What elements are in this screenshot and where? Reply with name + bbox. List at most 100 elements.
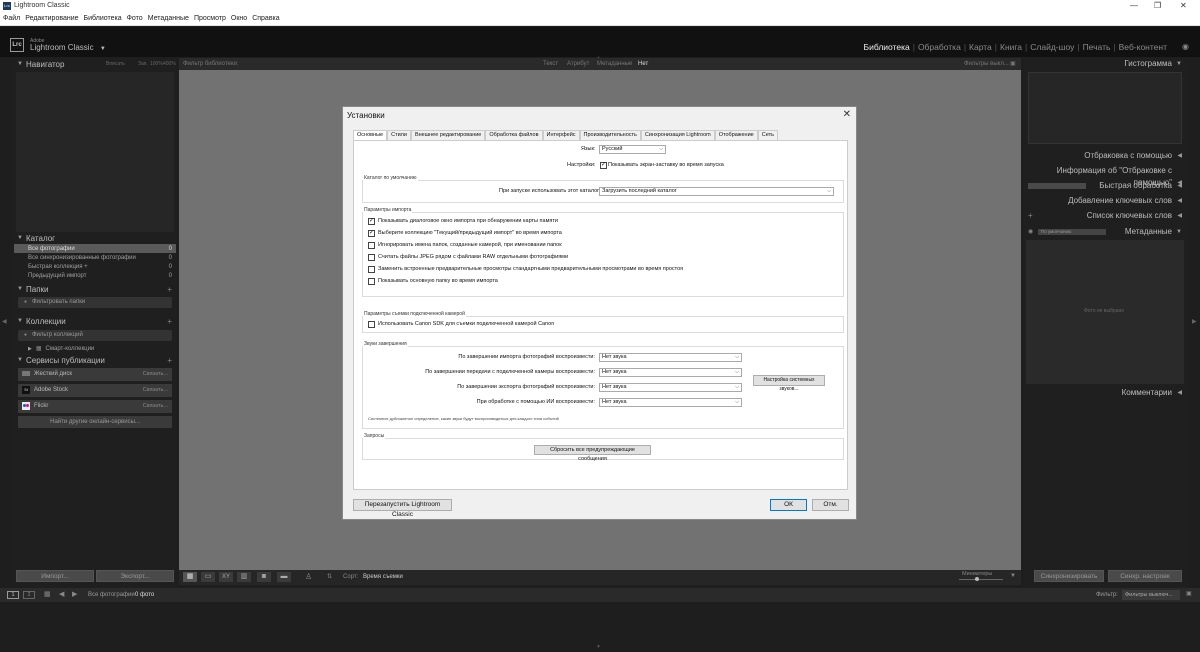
lock-icon[interactable]: ▣ [1010, 60, 1016, 67]
filter-text[interactable]: Текст [543, 61, 558, 67]
module-web[interactable]: Веб-контент [1116, 42, 1170, 52]
filmstrip-source[interactable]: Все фотографии [88, 592, 135, 598]
minimize-icon[interactable]: — [1130, 1, 1138, 10]
module-develop[interactable]: Обработка [915, 42, 964, 52]
catalog-item-previous[interactable]: Предыдущий импорт 0 [14, 271, 176, 280]
service-setup-link[interactable]: Связать... [143, 403, 168, 409]
service-setup-link[interactable]: Связать... [143, 371, 168, 377]
catalog-item-synced[interactable]: Все синхронизированные фотографии 0 [14, 253, 176, 262]
module-map[interactable]: Карта [966, 42, 995, 52]
catalog-header[interactable]: ▼ Каталог [14, 232, 176, 244]
service-setup-link[interactable]: Связать... [143, 387, 168, 393]
lock-icon[interactable]: ▣ [1186, 590, 1192, 597]
filter-none[interactable]: Нет [638, 61, 648, 67]
folders-filter[interactable]: ● Фильтровать папки [18, 297, 172, 308]
filter-metadata[interactable]: Метаданные [597, 61, 632, 67]
catalog-select[interactable]: Загрузить последний каталог ⌵ [599, 187, 834, 196]
menu-metadata[interactable]: Метаданные [148, 15, 189, 22]
reset-warnings-button[interactable]: Сбросить все предупреждающие сообщения [534, 445, 651, 462]
forward-arrow-icon[interactable]: ▶ [72, 590, 77, 598]
close-icon[interactable]: ✕ [1180, 1, 1187, 10]
publish-flickr[interactable]: Flickr Связать... [18, 400, 172, 413]
module-slideshow[interactable]: Слайд-шоу [1027, 42, 1077, 52]
language-select[interactable]: Русский ⌵ [599, 145, 666, 154]
collections-header[interactable]: ▼ Коллекции + [14, 315, 176, 327]
folders-header[interactable]: ▼ Папки + [14, 283, 176, 295]
smart-collections-item[interactable]: ▶ ▦ Смарт-коллекции [14, 344, 176, 353]
menu-library[interactable]: Библиотека [84, 15, 122, 22]
grid-view-icon[interactable]: ▦ [183, 572, 197, 582]
preset-select[interactable] [1028, 183, 1086, 189]
survey-view-icon[interactable]: ▥ [237, 572, 251, 582]
collections-filter[interactable]: ● Фильтр коллекций [18, 330, 172, 341]
nav-400[interactable]: 400% [163, 61, 176, 67]
import-opt-6-checkbox[interactable] [368, 278, 375, 285]
sound-tether-select[interactable]: Нет звука ⌵ [599, 368, 742, 377]
panel-keyword-list[interactable]: + Список ключевых слов ◀ [1024, 210, 1186, 222]
panel-culling-info[interactable]: Информация об "Отбраковке с помощью" ◀ [1024, 165, 1186, 187]
panel-metadata[interactable]: ◉ По умолчанию Метаданные ▼ [1024, 226, 1186, 238]
import-button[interactable]: Импорт... [16, 570, 94, 582]
export-button[interactable]: Экспорт... [96, 570, 174, 582]
panel-culling[interactable]: Отбраковка с помощью ◀ [1024, 150, 1186, 162]
import-opt-3-checkbox[interactable] [368, 242, 375, 249]
module-print[interactable]: Печать [1080, 42, 1114, 52]
add-collection-icon[interactable]: + [167, 317, 172, 326]
compare-view-icon[interactable]: XY [219, 572, 233, 582]
publish-adobestock[interactable]: St Adobe Stock Связать... [18, 384, 172, 397]
sync-metadata-button[interactable]: Синхронизировать [1034, 570, 1104, 582]
ok-button[interactable]: ОК [770, 499, 807, 511]
maximize-icon[interactable]: ❐ [1154, 1, 1161, 10]
cancel-button[interactable]: Отм. [812, 499, 849, 511]
sort-direction-icon[interactable]: ⇅ [327, 573, 332, 580]
sync-settings-button[interactable]: Синхр. настроек [1108, 570, 1182, 582]
menu-window[interactable]: Окно [231, 15, 247, 22]
sort-select[interactable]: Время съемки [363, 574, 403, 580]
filter-attribute[interactable]: Атрибут [567, 61, 589, 67]
brand-name[interactable]: Lightroom Classic ▼ [30, 43, 106, 52]
nav-fit[interactable]: Вписать [106, 61, 125, 67]
add-folder-icon[interactable]: + [167, 285, 172, 294]
panel-toggle-icon[interactable]: ◉ [1182, 42, 1189, 51]
window-1-icon[interactable]: 1 [7, 591, 19, 599]
menu-edit[interactable]: Редактирование [25, 15, 78, 22]
splash-checkbox[interactable]: ✓ [600, 162, 607, 169]
menu-photo[interactable]: Фото [127, 15, 143, 22]
spray-can-icon[interactable]: ♙ [305, 572, 312, 581]
module-library[interactable]: Библиотека [861, 42, 913, 52]
metadata-preset-select[interactable]: По умолчанию [1038, 229, 1106, 235]
close-icon[interactable]: ✕ [843, 109, 851, 120]
catalog-item-quick[interactable]: Быстрая коллекция + 0 [14, 262, 176, 271]
panel-comments[interactable]: Комментарии ◀ [1024, 387, 1186, 399]
import-opt-1-checkbox[interactable]: ✓ [368, 218, 375, 225]
window-2-icon[interactable]: 2 [23, 591, 35, 599]
thumbnail-slider[interactable] [959, 579, 1003, 580]
thumbnail-slider-handle[interactable] [975, 577, 979, 581]
import-opt-2-checkbox[interactable]: ✓ [368, 230, 375, 237]
menu-help[interactable]: Справка [252, 15, 279, 22]
import-opt-4-checkbox[interactable] [368, 254, 375, 261]
nav-100[interactable]: 100% [150, 61, 163, 67]
publish-harddisk[interactable]: Жесткий диск Связать... [18, 368, 172, 381]
navigator-header[interactable]: ▼ Навигатор Вписать Зап. 100% 400% [14, 58, 176, 70]
publish-header[interactable]: ▼ Сервисы публикации + [14, 354, 176, 366]
painter-icon[interactable]: ▬ [277, 572, 291, 582]
menu-file[interactable]: Файл [3, 15, 20, 22]
menu-view[interactable]: Просмотр [194, 15, 226, 22]
grid-icon[interactable]: ▦ [44, 590, 51, 598]
filter-presets[interactable]: Фильтры выкл... [964, 61, 1009, 67]
sound-export-select[interactable]: Нет звука ⌵ [599, 383, 742, 392]
loupe-view-icon[interactable]: ▭ [201, 572, 215, 582]
toolbar-menu-arrow-icon[interactable]: ▼ [1010, 573, 1016, 579]
system-sounds-button[interactable]: Настройка системных звуков... [753, 375, 825, 392]
sound-import-select[interactable]: Нет звука ⌵ [599, 353, 742, 362]
people-view-icon[interactable]: ◙ [257, 572, 271, 582]
add-keyword-icon[interactable]: + [1028, 210, 1033, 222]
filmstrip-filter-select[interactable]: Фильтры выключ... [1122, 590, 1180, 600]
back-arrow-icon[interactable]: ◀ [59, 590, 64, 598]
panel-keywording[interactable]: Добавление ключевых слов ◀ [1024, 195, 1186, 207]
restart-button[interactable]: Перезапустить Lightroom Classic [353, 499, 452, 518]
nav-fill[interactable]: Зап. [138, 61, 148, 67]
sound-ai-select[interactable]: Нет звука ⌵ [599, 398, 742, 407]
find-more-services-button[interactable]: Найти другие онлайн-сервисы... [18, 416, 172, 428]
